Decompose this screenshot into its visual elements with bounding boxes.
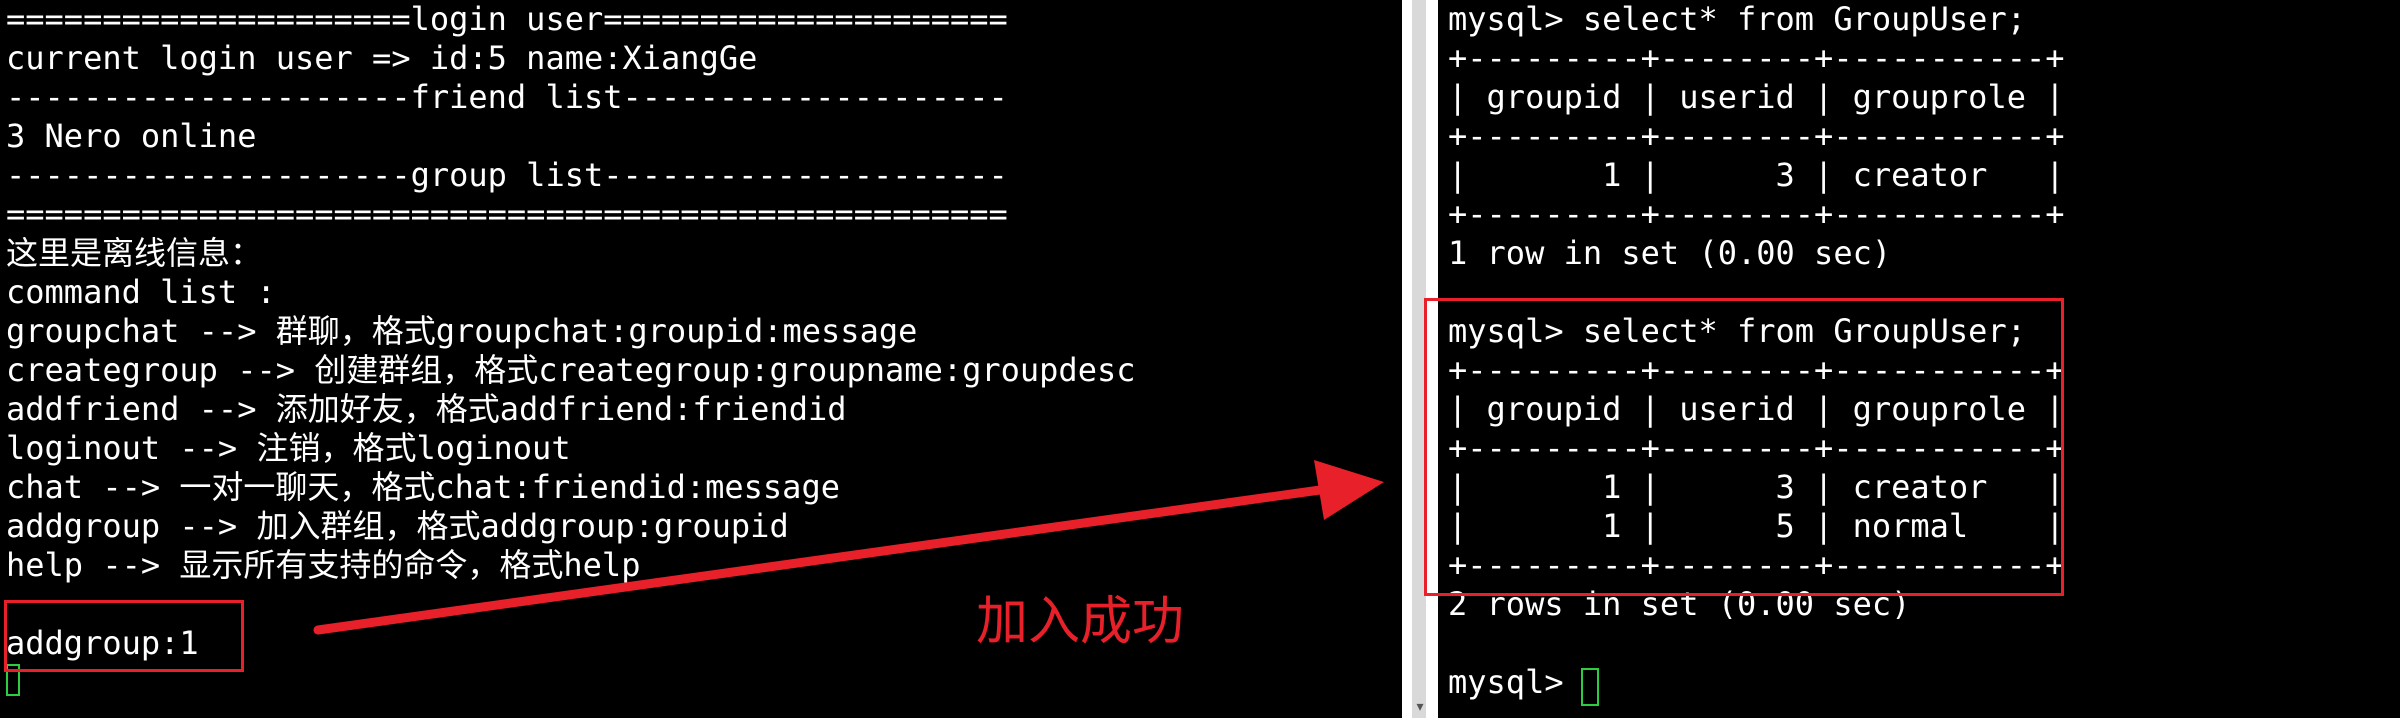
terminal-line: chat --> 一对一聊天，格式chat:friendid:message [6,468,840,506]
terminal-line: addgroup --> 加入群组，格式addgroup:groupid [6,507,789,545]
terminal-line: groupchat --> 群聊，格式groupchat:groupid:mes… [6,312,918,350]
terminal-line: ---------------------group list---------… [6,156,1008,194]
client-terminal-output: =====================login user=========… [6,0,1136,663]
terminal-line: =====================login user=========… [6,0,1008,38]
terminal-line: ---------------------friend list--------… [6,78,1008,116]
terminal-line: 1 row in set (0.00 sec) [1448,234,1892,272]
terminal-line: ========================================… [6,195,1008,233]
terminal-line: mysql> select* from GroupUser; [1448,0,2026,38]
right-cursor [1581,668,1599,706]
terminal-line: loginout --> 注销，格式loginout [6,429,571,467]
terminal-line: | 1 | 3 | creator | [1448,156,2065,194]
highlight-box-addgroup-command [4,600,244,672]
terminal-line: 这里是离线信息： [6,234,263,272]
terminal-line: | groupid | userid | grouprole | [1448,78,2065,116]
terminal-line: addfriend --> 添加好友，格式addfriend:friendid [6,390,847,428]
terminal-line: 3 Nero online [6,117,257,155]
terminal-line: +---------+--------+-----------+ [1448,39,2065,77]
highlight-box-query-result [1424,298,2064,596]
terminal-line: creategroup --> 创建群组，格式creategroup:group… [6,351,1136,389]
terminal-line: help --> 显示所有支持的命令，格式help [6,546,641,584]
terminal-line: +---------+--------+-----------+ [1448,117,2065,155]
success-annotation-label: 加入成功 [976,592,1185,652]
terminal-line: current login user => id:5 name:XiangGe [6,39,758,77]
scroll-down-arrow-icon[interactable]: ▾ [1406,696,1434,718]
terminal-line: command list : [6,273,276,311]
mysql-prompt-line[interactable]: mysql> [1448,663,2065,702]
terminal-line: +---------+--------+-----------+ [1448,195,2065,233]
